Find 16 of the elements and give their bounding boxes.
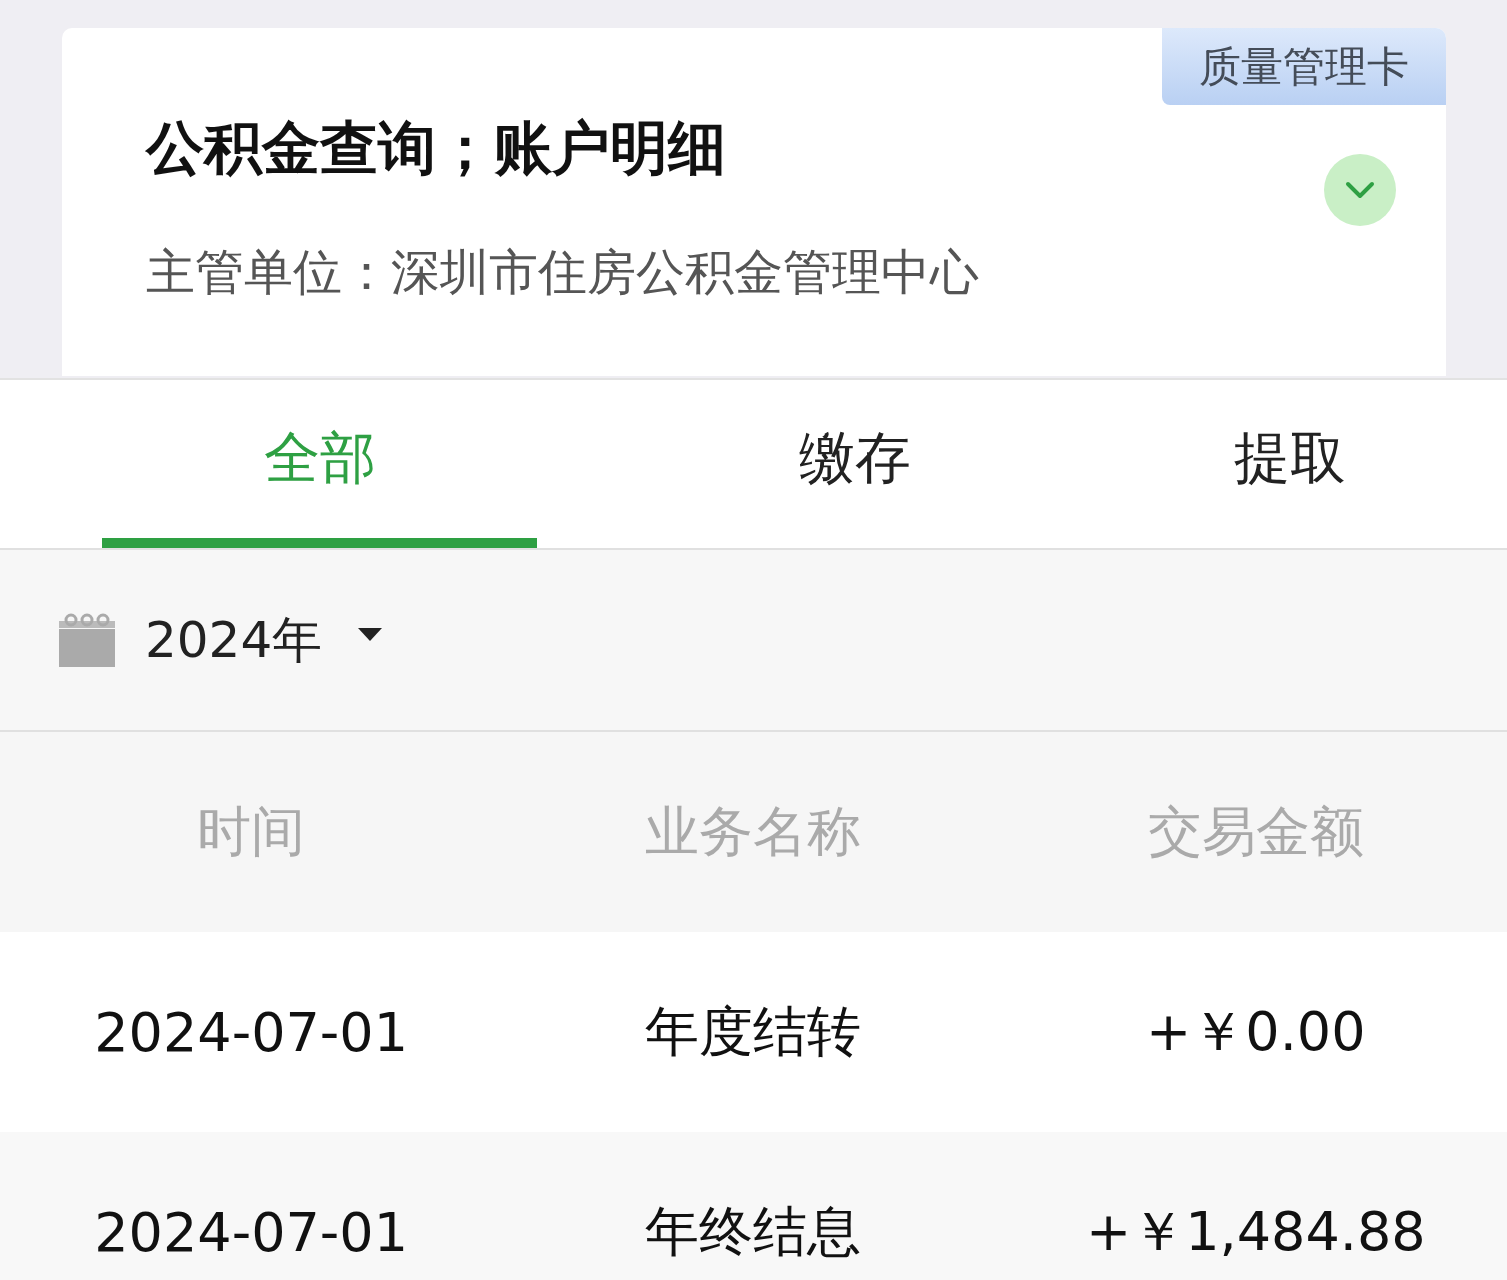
table-cell-text: +￥0.00 — [1145, 998, 1367, 1065]
column-header: 交易金额 — [1146, 798, 1365, 865]
year-dropdown[interactable]: 2024年 — [145, 606, 383, 674]
table-cell-text: 2024-07-01 — [93, 1000, 410, 1064]
card-tag: 质量管理卡 — [1162, 28, 1446, 105]
table-cell-text: 年度结转 — [644, 998, 863, 1065]
table-cell-text: 2024-07-01 — [93, 1200, 410, 1264]
table-cell-text: 年终结息 — [644, 1198, 863, 1265]
card-subtitle: 主管单位：深圳市住房公积金管理中心 — [146, 243, 979, 303]
calendar-icon — [59, 613, 115, 667]
table-cell-text: +￥1,484.88 — [1084, 1198, 1427, 1265]
column-header: 时间 — [196, 798, 307, 865]
column-header: 业务名称 — [644, 798, 863, 865]
caret-icon — [358, 628, 383, 642]
expand-icon[interactable] — [1324, 154, 1396, 226]
card-title: 公积金查询；账户明细 — [146, 113, 727, 184]
